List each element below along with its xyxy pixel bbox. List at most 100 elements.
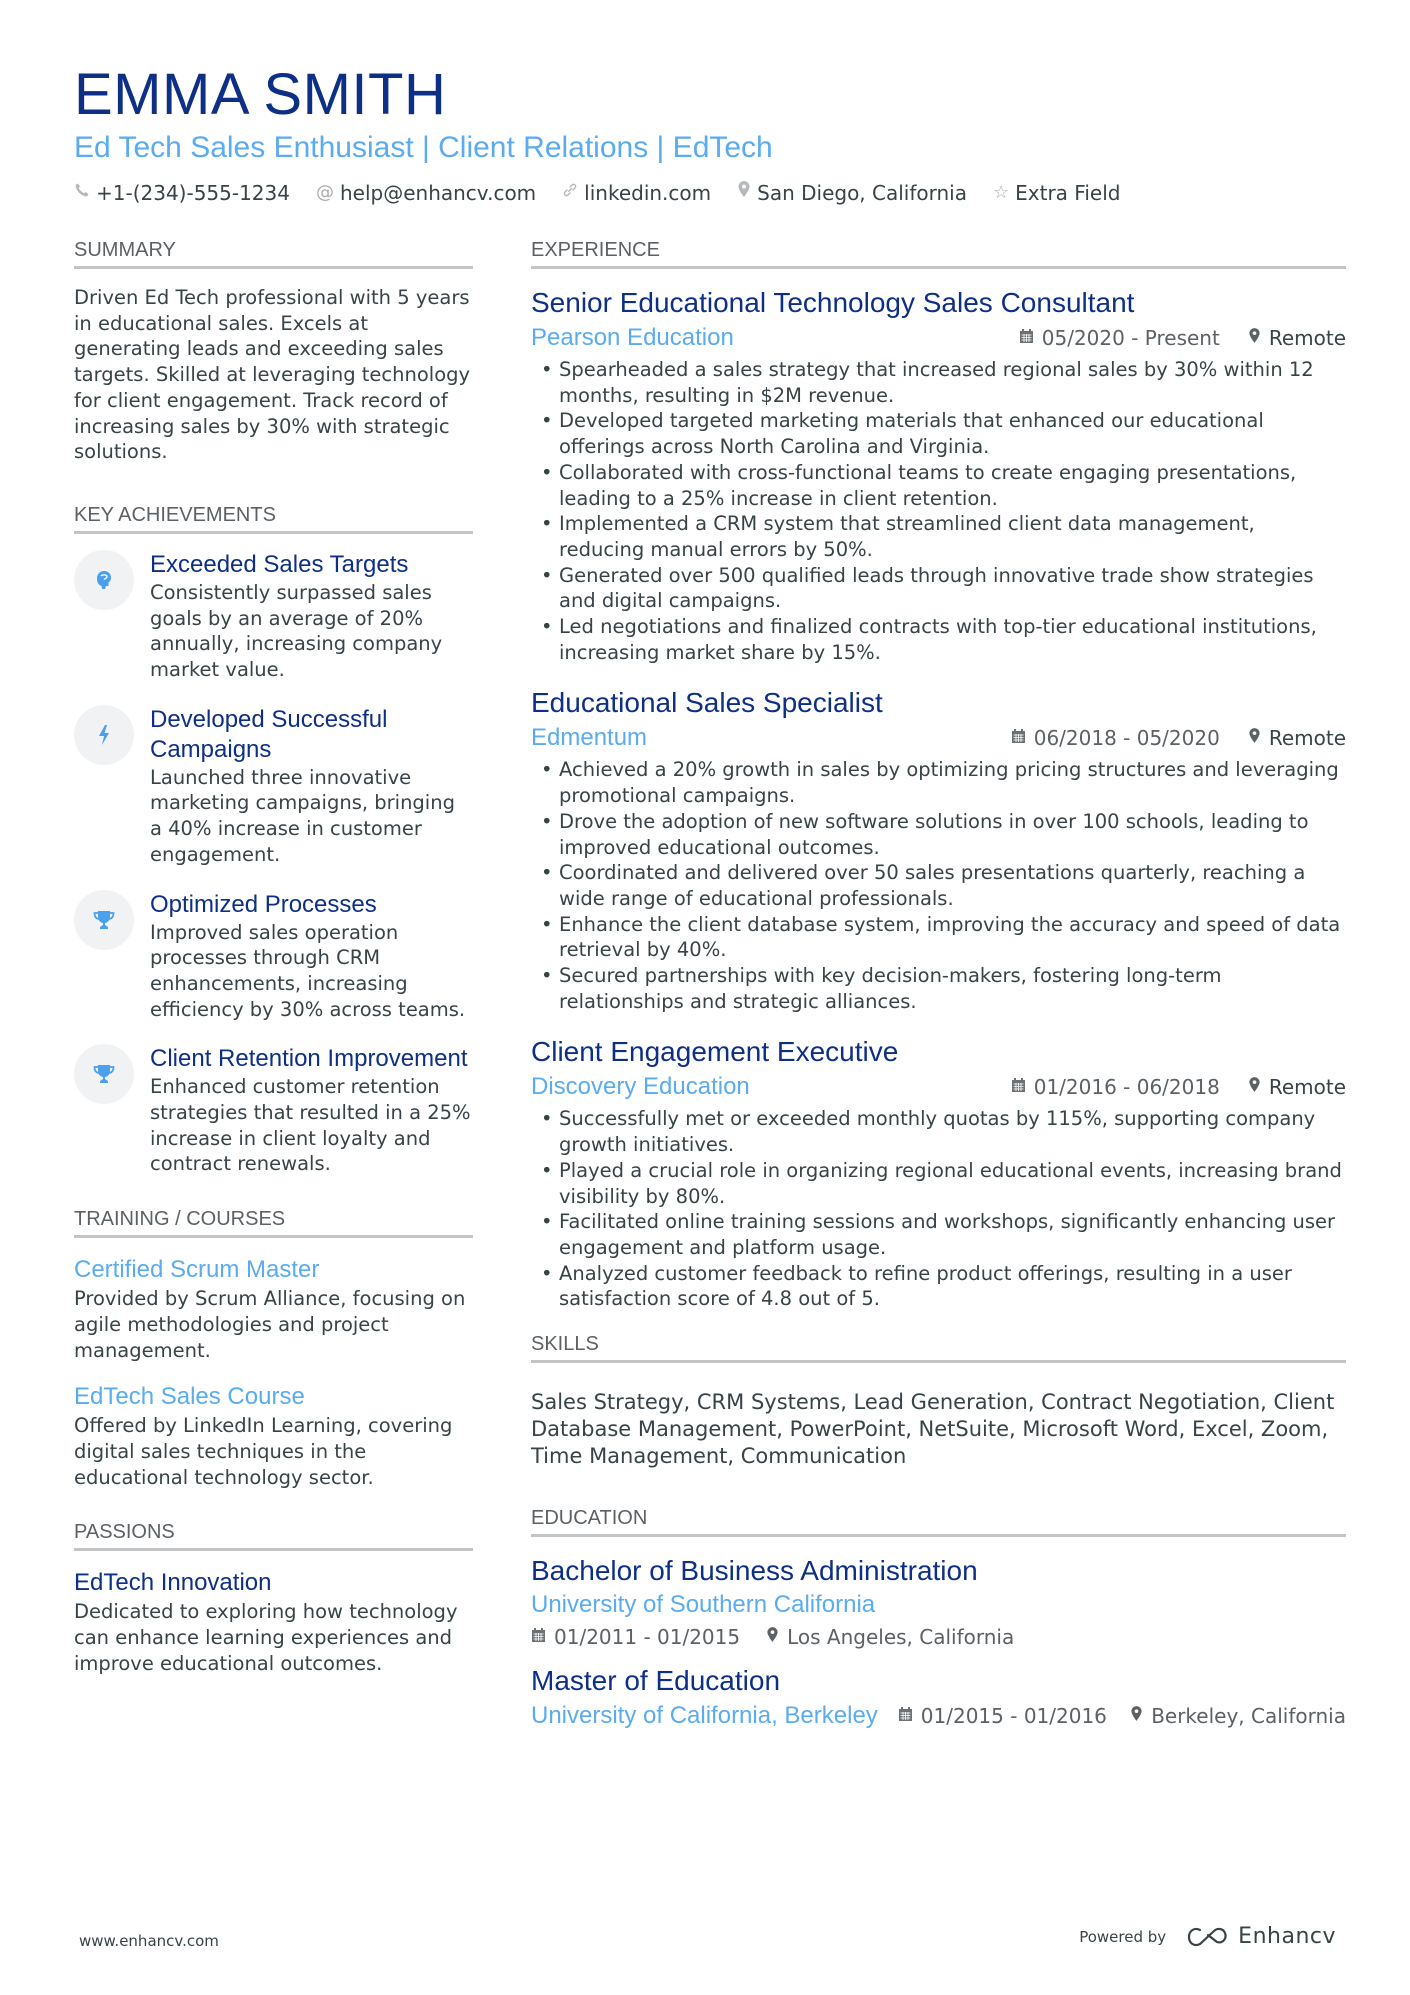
job-bullet: Generated over 500 qualified leads throu… (531, 563, 1346, 614)
course-item: EdTech Sales Course Offered by LinkedIn … (74, 1381, 473, 1490)
left-column: SUMMARY Driven Ed Tech professional with… (74, 238, 473, 1695)
experience-section: EXPERIENCE Senior Educational Technology… (531, 238, 1346, 1312)
job-meta: Discovery Education 01/2016 - 06/2018 Re… (531, 1070, 1346, 1104)
education-entry: Master of Education University of Califo… (531, 1663, 1346, 1733)
location-pin-icon (737, 180, 751, 206)
achievement-title: Client Retention Improvement (150, 1045, 468, 1073)
course-item: Certified Scrum Master Provided by Scrum… (74, 1254, 473, 1363)
course-title: EdTech Sales Course (74, 1383, 305, 1411)
job-title: Educational Sales Specialist (531, 687, 883, 719)
footer-website[interactable]: www.enhancv.com (79, 1932, 219, 1950)
education-location-text: Berkeley, California (1151, 1704, 1346, 1729)
job-bullets: Successfully met or exceeded monthly quo… (531, 1106, 1346, 1312)
achievement-item: Exceeded Sales Targets Consistently surp… (74, 549, 473, 683)
contact-email[interactable]: @ help@enhancv.com (316, 180, 536, 206)
degree-title: Master of Education (531, 1665, 781, 1697)
job-title: Senior Educational Technology Sales Cons… (531, 287, 1135, 318)
phone-icon (74, 180, 90, 206)
education-dates-text: 01/2011 - 01/2015 (554, 1625, 741, 1650)
achievement-title: Optimized Processes (150, 890, 377, 918)
contact-phone: +1-(234)-555-1234 (74, 180, 290, 206)
job-bullet: Successfully met or exceeded monthly quo… (531, 1106, 1346, 1157)
location-pin-icon (1248, 1076, 1261, 1098)
contact-email-text[interactable]: help@enhancv.com (340, 180, 536, 206)
job-dates-text: 05/2020 - Present (1041, 326, 1220, 350)
job-bullet: Led negotiations and finalized contracts… (531, 614, 1346, 665)
summary-heading: SUMMARY (74, 238, 473, 269)
achievement-text: Improved sales operation processes throu… (150, 920, 466, 1021)
contact-linkedin-text[interactable]: linkedin.com (584, 180, 711, 206)
education-dates: 01/2015 - 01/2016 (898, 1704, 1107, 1728)
enhancv-logo-icon (1188, 1927, 1227, 1946)
training-heading: TRAINING / COURSES (74, 1207, 473, 1239)
job-bullet: Coordinated and delivered over 50 sales … (531, 860, 1346, 911)
powered-by-label: Powered by (1079, 1927, 1167, 1946)
summary-section: SUMMARY Driven Ed Tech professional with… (74, 238, 473, 465)
achievements-section: KEY ACHIEVEMENTS Exceeded Sales Targets … (74, 503, 473, 1177)
company-name: Discovery Education (531, 1073, 750, 1101)
job-dates-text: 01/2016 - 06/2018 (1033, 1075, 1220, 1100)
job-bullet: Played a crucial role in organizing regi… (531, 1158, 1346, 1209)
contact-linkedin[interactable]: linkedin.com (562, 180, 711, 206)
location-pin-icon (766, 1626, 779, 1648)
education-location: Los Angeles, California (766, 1625, 1014, 1649)
education-dates-text: 01/2015 - 01/2016 (920, 1704, 1107, 1729)
right-column: EXPERIENCE Senior Educational Technology… (531, 238, 1346, 1743)
experience-heading: EXPERIENCE (531, 238, 1346, 269)
job-entry: Educational Sales Specialist Edmentum 06… (531, 685, 1346, 1014)
job-meta: Edmentum 06/2018 - 05/2020 Remote (531, 721, 1346, 755)
job-bullet: Enhance the client database system, impr… (531, 912, 1346, 963)
contact-extra: ☆ Extra Field (993, 180, 1120, 206)
skills-heading: SKILLS (531, 1332, 1346, 1364)
trophy-icon (74, 1044, 134, 1105)
achievement-text: Consistently surpassed sales goals by an… (150, 580, 443, 682)
job-entry: Senior Educational Technology Sales Cons… (531, 285, 1346, 665)
skills-list: Sales Strategy, CRM Systems, Lead Genera… (531, 1390, 1335, 1469)
achievement-title: Developed Successful Campaigns (150, 705, 388, 763)
contact-extra-text: Extra Field (1015, 181, 1121, 205)
job-dates-text: 06/2018 - 05/2020 (1033, 726, 1220, 751)
education-entry: Bachelor of Business Administration Univ… (531, 1553, 1346, 1653)
job-location: Remote (1248, 326, 1346, 350)
calendar-icon (1011, 1077, 1026, 1098)
summary-text: Driven Ed Tech professional with 5 years… (74, 286, 471, 464)
passion-title: EdTech Innovation (74, 1569, 272, 1597)
company-name: Pearson Education (531, 324, 734, 351)
job-bullets: Achieved a 20% growth in sales by optimi… (531, 757, 1346, 1014)
achievement-text: Launched three innovative marketing camp… (150, 765, 455, 866)
candidate-title: Ed Tech Sales Enthusiast | Client Relati… (74, 131, 773, 164)
job-bullet: Secured partnerships with key decision-m… (531, 963, 1346, 1014)
job-location: Remote (1248, 1075, 1346, 1099)
calendar-icon (898, 1706, 913, 1727)
job-bullet: Developed targeted marketing materials t… (531, 408, 1346, 459)
link-icon (562, 180, 578, 206)
achievement-title: Exceeded Sales Targets (150, 550, 409, 578)
job-location-text: Remote (1268, 326, 1346, 350)
calendar-icon (1019, 328, 1034, 349)
passions-section: PASSIONS EdTech Innovation Dedicated to … (74, 1520, 473, 1676)
education-location: Berkeley, California (1130, 1704, 1346, 1728)
achievement-text: Enhanced customer retention strategies t… (150, 1075, 471, 1176)
education-meta: 01/2011 - 01/2015 Los Angeles, Californi… (531, 1621, 1346, 1653)
enhancv-logo[interactable]: Enhancv (1186, 1924, 1336, 1949)
job-bullet: Collaborated with cross-functional teams… (531, 460, 1346, 511)
job-bullet: Implemented a CRM system that streamline… (531, 511, 1346, 562)
job-dates: 05/2020 - Present (1019, 326, 1220, 350)
school-name: University of California, Berkeley (531, 1702, 878, 1730)
calendar-icon (531, 1627, 546, 1648)
education-heading: EDUCATION (531, 1506, 1346, 1538)
education-dates: 01/2011 - 01/2015 (531, 1625, 740, 1649)
education-section: EDUCATION Bachelor of Business Administr… (531, 1506, 1346, 1733)
job-entry: Client Engagement Executive Discovery Ed… (531, 1034, 1346, 1312)
achievement-item: Optimized Processes Improved sales opera… (74, 889, 473, 1023)
job-location-text: Remote (1268, 726, 1346, 751)
job-bullet: Drove the adoption of new software solut… (531, 809, 1346, 860)
job-location: Remote (1248, 726, 1346, 750)
location-pin-icon (1248, 327, 1261, 349)
brand-name: Enhancv (1238, 1924, 1336, 1949)
education-meta: University of California, Berkeley 01/20… (531, 1699, 1346, 1733)
passion-text: Dedicated to exploring how technology ca… (74, 1600, 458, 1675)
job-bullet: Facilitated online training sessions and… (531, 1209, 1346, 1260)
calendar-icon (1011, 728, 1026, 749)
course-text: Offered by LinkedIn Learning, covering d… (74, 1414, 453, 1489)
